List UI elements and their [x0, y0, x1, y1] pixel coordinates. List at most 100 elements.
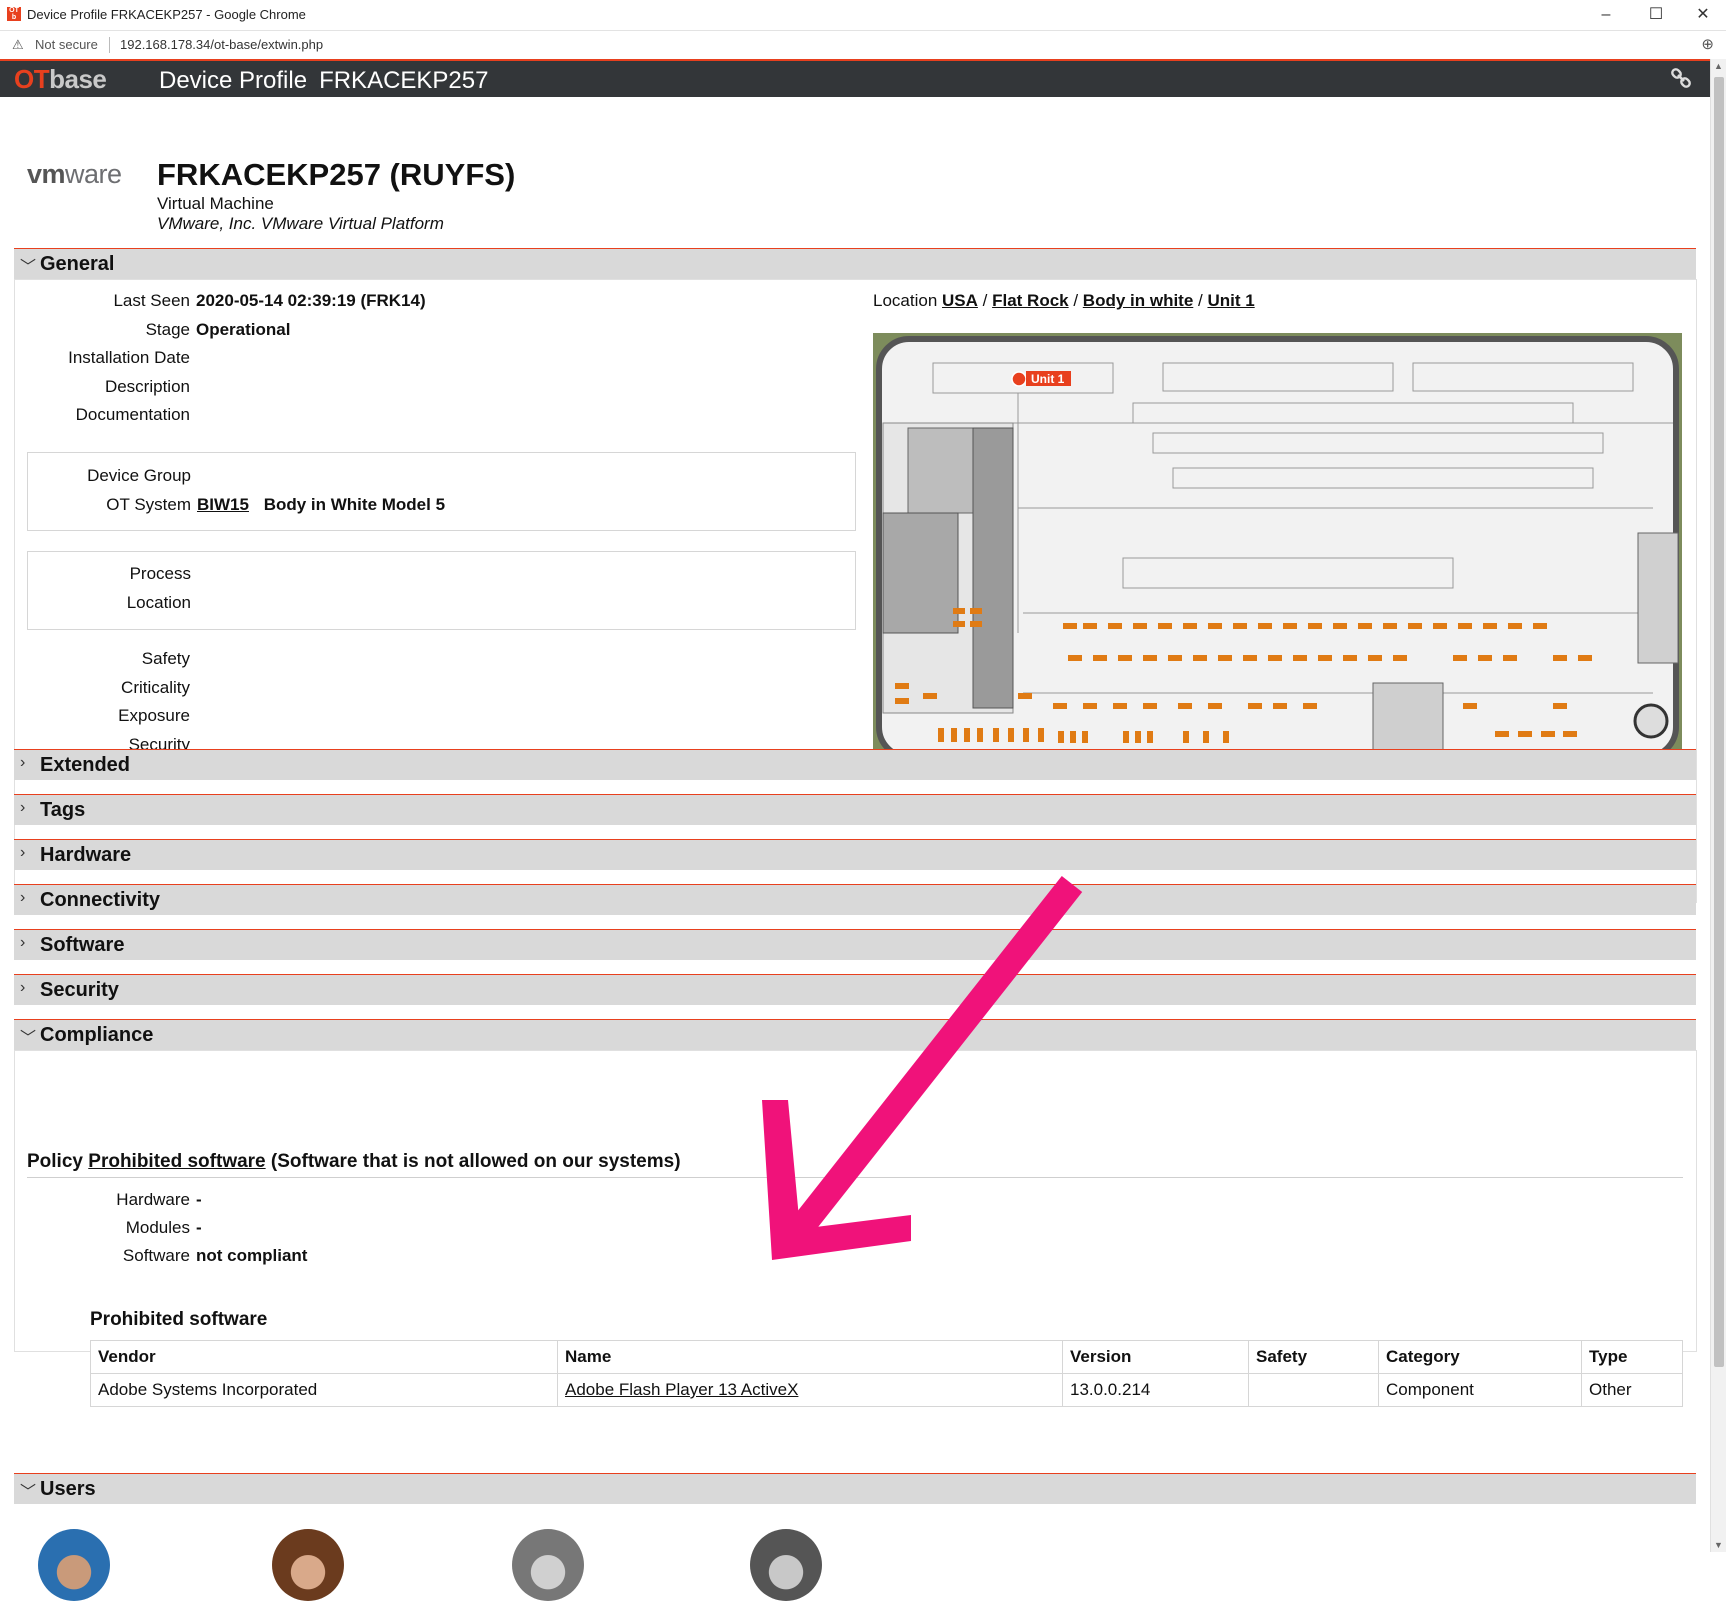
scroll-up-icon[interactable]: ▲: [1714, 61, 1723, 71]
location-label: Location: [873, 291, 938, 310]
location-link-unit[interactable]: Unit 1: [1207, 291, 1254, 310]
exposure-label: Exposure: [118, 706, 190, 725]
section-extended[interactable]: › Extended: [14, 749, 1696, 780]
last-seen-value: 2020-05-14 02:39:19 (FRK14): [196, 291, 426, 310]
scrollbar-thumb[interactable]: [1714, 77, 1724, 1367]
otbase-logo[interactable]: OTbase: [14, 64, 107, 95]
chevron-right-icon: ›: [20, 844, 26, 861]
avatar[interactable]: [38, 1529, 110, 1601]
criticality-label: Criticality: [121, 678, 190, 697]
device-profile-page: vmvmwareware FRKACEKP257 (RUYFS) Virtual…: [0, 97, 1710, 1601]
section-label: Users: [40, 1478, 96, 1500]
device-platform: VMware, Inc. VMware Virtual Platform: [157, 214, 444, 233]
location-link-country[interactable]: USA: [942, 291, 978, 310]
section-hardware[interactable]: › Hardware: [14, 839, 1696, 870]
chevron-down-icon: ﹀: [20, 259, 37, 276]
column-header-name[interactable]: Name: [557, 1340, 1063, 1374]
section-label: Security: [40, 979, 119, 1001]
chevron-down-icon: ﹀: [20, 1484, 37, 1501]
avatar[interactable]: [750, 1529, 822, 1601]
page-title-device: FRKACEKP257: [319, 67, 489, 94]
last-seen-label: Last Seen: [113, 291, 190, 310]
section-connectivity[interactable]: › Connectivity: [14, 884, 1696, 915]
software-name-link[interactable]: Adobe Flash Player 13 ActiveX: [565, 1380, 798, 1399]
chevron-right-icon: ›: [20, 979, 26, 996]
column-header-category[interactable]: Category: [1378, 1340, 1582, 1374]
section-compliance[interactable]: ﹀ Compliance: [14, 1019, 1696, 1050]
floor-plan-image: Unit 1: [873, 333, 1682, 763]
section-label: General: [40, 253, 115, 275]
chevron-right-icon: ›: [20, 799, 26, 816]
ot-system-value: BIW15 Body in White Model 5: [197, 495, 445, 515]
column-header-type[interactable]: Type: [1581, 1340, 1683, 1374]
cell-safety: [1248, 1373, 1379, 1407]
chevron-right-icon: ›: [20, 889, 26, 906]
zoom-icon[interactable]: ⊕: [1701, 35, 1714, 53]
location-box-label: Location: [126, 593, 191, 612]
logo-base: base: [49, 64, 107, 94]
close-icon[interactable]: ✕: [1680, 2, 1726, 28]
compliance-software-label: Software: [122, 1246, 190, 1265]
section-security[interactable]: › Security: [14, 974, 1696, 1005]
column-header-vendor[interactable]: Vendor: [90, 1340, 558, 1374]
stage-value: Operational: [196, 320, 291, 339]
page-title-prefix: Device Profile: [159, 67, 308, 94]
section-software[interactable]: › Software: [14, 929, 1696, 960]
maximize-icon[interactable]: ☐: [1633, 2, 1679, 28]
process-location-box: [27, 551, 856, 630]
browser-titlebar: OT b Device Profile FRKACEKP257 - Google …: [0, 0, 1726, 31]
cell-name: Adobe Flash Player 13 ActiveX: [557, 1373, 1063, 1407]
section-label: Tags: [40, 799, 86, 821]
section-general[interactable]: ﹀ General: [14, 248, 1696, 279]
floor-plan-map[interactable]: Unit 1: [873, 333, 1682, 763]
location-link-area[interactable]: Body in white: [1083, 291, 1194, 310]
location-link-site[interactable]: Flat Rock: [992, 291, 1069, 310]
link-icon[interactable]: [1670, 67, 1692, 95]
table-header-row: Vendor Name Version Safety Category Type: [90, 1340, 1683, 1374]
policy-line: Policy Prohibited software (Software tha…: [27, 1151, 681, 1173]
policy-label: Policy: [27, 1151, 83, 1172]
otbase-favicon-icon: OT b: [7, 7, 21, 21]
device-group-box: [27, 452, 856, 531]
column-header-safety[interactable]: Safety: [1248, 1340, 1379, 1374]
device-name: FRKACEKP257 (RUYFS): [157, 157, 516, 192]
compliance-hardware-value: -: [196, 1190, 202, 1209]
ot-system-label: OT System: [106, 495, 191, 514]
chevron-down-icon: ﹀: [20, 1030, 37, 1047]
minimize-icon[interactable]: –: [1583, 2, 1629, 28]
map-marker-label[interactable]: Unit 1: [1031, 372, 1065, 386]
cell-vendor: Adobe Systems Incorporated: [90, 1373, 558, 1407]
policy-link[interactable]: Prohibited software: [88, 1151, 265, 1172]
avatar[interactable]: [272, 1529, 344, 1601]
compliance-modules-label: Modules: [125, 1218, 190, 1237]
cell-version: 13.0.0.214: [1062, 1373, 1249, 1407]
ot-system-link[interactable]: BIW15: [197, 495, 249, 514]
section-users[interactable]: ﹀ Users: [14, 1473, 1696, 1504]
warning-icon: ⚠: [12, 37, 24, 52]
description-label: Description: [104, 377, 190, 396]
url-text[interactable]: 192.168.178.34/ot-base/extwin.php: [120, 37, 323, 52]
compliance-panel: [14, 1050, 1697, 1352]
address-bar[interactable]: ⚠ Not secure 192.168.178.34/ot-base/extw…: [0, 31, 1726, 60]
vmware-logo: vmvmwareware: [27, 159, 122, 189]
compliance-software-value: not compliant: [196, 1246, 308, 1265]
cell-category: Component: [1378, 1373, 1582, 1407]
page-scrollbar[interactable]: ▲ ▼: [1710, 59, 1726, 1552]
section-label: Compliance: [40, 1024, 154, 1046]
security-indicator[interactable]: Not secure: [35, 37, 98, 52]
documentation-label: Documentation: [75, 405, 190, 424]
section-label: Connectivity: [40, 889, 161, 911]
chevron-right-icon: ›: [20, 754, 26, 771]
compliance-hardware-label: Hardware: [116, 1190, 190, 1209]
prohibited-software-table: Vendor Name Version Safety Category Type…: [90, 1340, 1683, 1407]
scroll-down-icon[interactable]: ▼: [1714, 1540, 1723, 1550]
divider: [27, 1177, 1683, 1178]
device-type: Virtual Machine: [157, 194, 274, 213]
safety-label: Safety: [141, 649, 190, 668]
table-row: Adobe Systems Incorporated Adobe Flash P…: [90, 1373, 1683, 1407]
avatar[interactable]: [512, 1529, 584, 1601]
section-tags[interactable]: › Tags: [14, 794, 1696, 825]
app-header: OTbase Device Profile FRKACEKP257: [0, 61, 1710, 97]
column-header-version[interactable]: Version: [1062, 1340, 1249, 1374]
stage-label: Stage: [145, 320, 190, 339]
